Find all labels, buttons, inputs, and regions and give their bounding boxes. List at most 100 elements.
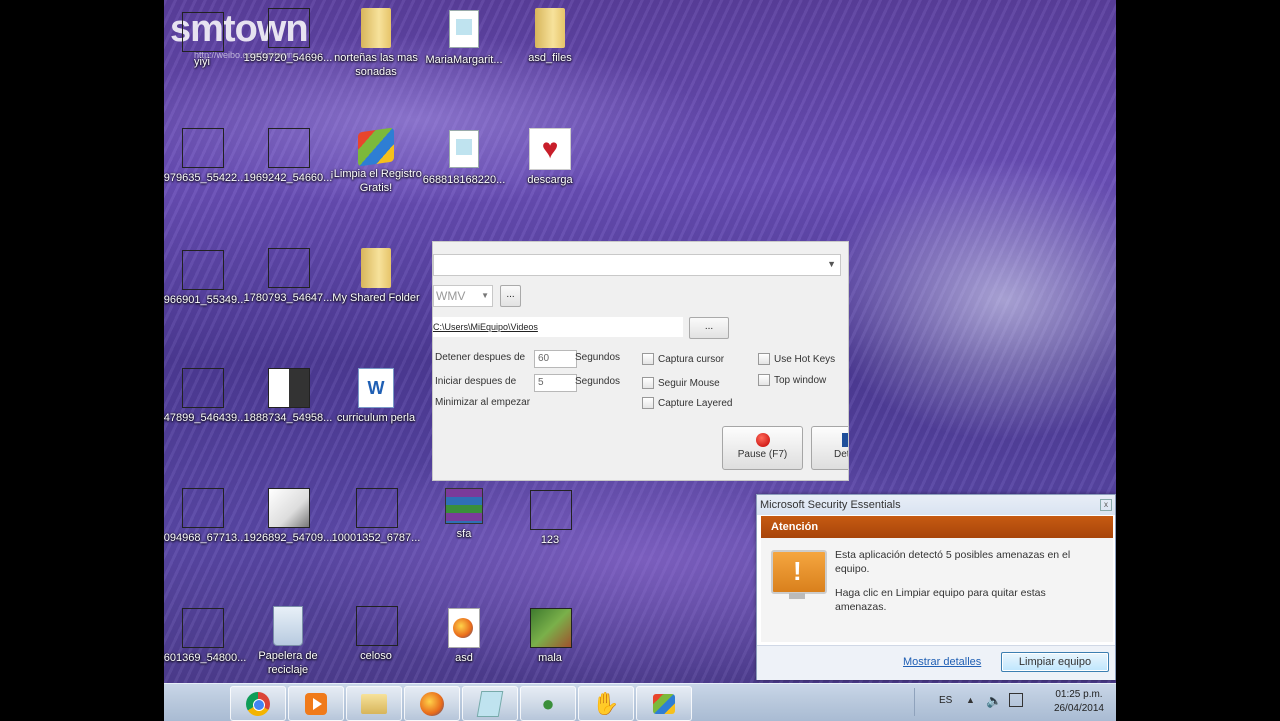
desktop-icon-1094968[interactable]: 1094968_67713... — [164, 488, 250, 545]
desktop-icon-1926892[interactable]: 1926892_54709... — [240, 488, 336, 545]
desktop-icon-1979635[interactable]: 1979635_55422... — [164, 128, 250, 185]
desktop-icon-descarga[interactable]: ♥ descarga — [502, 128, 598, 187]
desktop-icon-547899[interactable]: 547899_546439... — [164, 368, 250, 425]
image-thumbnail-icon — [356, 488, 398, 528]
image-thumbnail-icon — [182, 608, 224, 648]
format-select[interactable]: WMV ▼ — [433, 285, 493, 307]
taskbar-messenger[interactable]: ● — [520, 686, 576, 721]
folder-icon — [361, 693, 387, 714]
taskbar-explorer[interactable] — [346, 686, 402, 721]
image-thumbnail-icon — [268, 368, 310, 408]
document-icon — [476, 690, 504, 717]
follow-mouse-checkbox[interactable]: Seguir Mouse — [642, 377, 720, 389]
desktop-icon-1969242[interactable]: 1969242_54660... — [240, 128, 336, 185]
stop-after-unit: Segundos — [575, 352, 621, 363]
image-thumbnail-icon — [182, 12, 224, 52]
output-path-field[interactable]: C:\Users\MiEquipo\Videos — [433, 317, 683, 337]
image-thumbnail-icon — [182, 368, 224, 408]
document-icon — [449, 10, 479, 48]
pause-button[interactable]: Pause (F7) — [722, 426, 803, 470]
stop-after-input[interactable]: 60 — [534, 350, 577, 368]
taskbar-media-player[interactable] — [288, 686, 344, 721]
desktop-icon-10001352[interactable]: 10001352_6787... — [328, 488, 424, 545]
top-window-checkbox[interactable]: Top window — [758, 374, 826, 386]
stop-icon — [842, 433, 848, 447]
alert-heading: Atención — [761, 516, 1113, 538]
desktop-icon-curriculum-perla[interactable]: W curriculum perla — [328, 368, 424, 425]
start-after-input[interactable]: 5 — [534, 374, 577, 392]
monitor-stand — [789, 593, 805, 599]
browse-path-button[interactable]: ... — [689, 317, 729, 339]
desktop-icon-1959720[interactable]: 1959720_54696... — [240, 8, 336, 65]
clean-computer-button[interactable]: Limpiar equipo — [1001, 652, 1109, 672]
capture-cursor-checkbox[interactable]: Captura cursor — [642, 353, 724, 365]
desktop-icon-limpia-registro[interactable]: ¡Limpia el Registro Gratis! — [328, 127, 424, 195]
desktop-icon-yiyi[interactable]: yiyi — [164, 12, 250, 69]
desktop-icon-1601369[interactable]: 1601369_54800... — [164, 608, 250, 665]
windows-flag-icon — [653, 693, 675, 714]
taskbar-chrome[interactable] — [230, 686, 286, 721]
stop-after-label: Detener despues de — [435, 352, 526, 363]
desktop-icon-668818[interactable]: 668818168220... — [416, 130, 512, 187]
image-thumbnail-icon — [356, 606, 398, 646]
detener-button[interactable]: Det — [811, 426, 848, 470]
show-details-link[interactable]: Mostrar detalles — [903, 656, 981, 668]
desktop-icon-mala[interactable]: mala — [502, 608, 598, 665]
desktop-icon-1780793[interactable]: 1780793_54647... — [240, 248, 336, 305]
firefox-document-icon — [448, 608, 480, 648]
folder-icon — [535, 8, 565, 48]
desktop-icon-1888734[interactable]: 1888734_54958... — [240, 368, 336, 425]
taskbar-app-blue[interactable] — [462, 686, 518, 721]
clock-time: 01:25 p.m. — [1055, 689, 1103, 700]
word-document-icon: W — [358, 368, 394, 408]
firefox-icon — [420, 691, 444, 716]
volume-icon[interactable]: 🔈 — [986, 693, 1002, 709]
media-player-icon — [305, 692, 327, 715]
taskbar-recorder[interactable]: ✋ — [578, 686, 634, 721]
desktop-icon-1966901[interactable]: 1966901_55349... — [164, 250, 250, 307]
chrome-icon — [246, 691, 270, 716]
start-after-label: Iniciar despues de — [435, 376, 517, 387]
desktop-icon-asd-files[interactable]: asd_files — [502, 8, 598, 65]
start-after-unit: Segundos — [575, 376, 621, 387]
image-thumbnail-icon — [182, 128, 224, 168]
desktop-icon-my-shared-folder[interactable]: My Shared Folder — [328, 248, 424, 305]
security-alert-popup: Microsoft Security Essentials x Atención… — [756, 494, 1116, 680]
heart-image-icon: ♥ — [529, 128, 571, 170]
image-thumbnail-icon — [268, 248, 310, 288]
document-icon — [449, 130, 479, 168]
taskbar-divider — [914, 688, 915, 716]
source-dropdown[interactable]: ▼ — [433, 254, 841, 276]
image-thumbnail-icon — [268, 8, 310, 48]
chevron-down-icon: ▼ — [481, 291, 489, 300]
folder-icon — [361, 248, 391, 288]
show-hidden-icons-icon[interactable]: ▲ — [966, 695, 975, 705]
taskbar-firefox[interactable] — [404, 686, 460, 721]
desktop-icon-celoso[interactable]: celoso — [328, 606, 424, 663]
language-indicator[interactable]: ES — [939, 695, 952, 706]
chevron-down-icon: ▼ — [827, 259, 836, 269]
desktop-icon-sfa[interactable]: sfa — [416, 488, 512, 541]
warning-monitor-icon — [771, 550, 827, 594]
record-icon — [755, 433, 770, 447]
windows-flag-icon — [358, 127, 394, 167]
desktop-icon-mariamargarita[interactable]: MariaMargarit... — [416, 10, 512, 67]
capture-layered-checkbox[interactable]: Capture Layered — [642, 397, 733, 409]
taskbar-security-essentials[interactable] — [636, 686, 692, 721]
recycle-bin-icon — [273, 606, 303, 646]
network-icon[interactable] — [1009, 693, 1023, 707]
desktop-icon-asd[interactable]: asd — [416, 608, 512, 665]
desktop-icon-recycle-bin[interactable]: Papelera de reciclaje — [240, 606, 336, 677]
close-icon[interactable]: x — [1100, 499, 1112, 511]
image-thumbnail-icon — [268, 488, 310, 528]
winrar-archive-icon — [445, 488, 483, 524]
alert-message-2: Haga clic en Limpiar equipo para quitar … — [835, 587, 1046, 613]
desktop-icon-123[interactable]: 123 — [502, 490, 598, 547]
messenger-icon: ● — [541, 690, 555, 716]
minimize-on-start-label: Minimizar al empezar — [435, 397, 531, 408]
folder-icon — [361, 8, 391, 48]
use-hotkeys-checkbox[interactable]: Use Hot Keys — [758, 353, 835, 365]
format-options-button[interactable]: ... — [500, 285, 521, 307]
desktop-icon-nortenas[interactable]: norteñas las mas sonadas — [328, 8, 424, 79]
clock[interactable]: 01:25 p.m. 26/04/2014 — [1054, 688, 1104, 716]
